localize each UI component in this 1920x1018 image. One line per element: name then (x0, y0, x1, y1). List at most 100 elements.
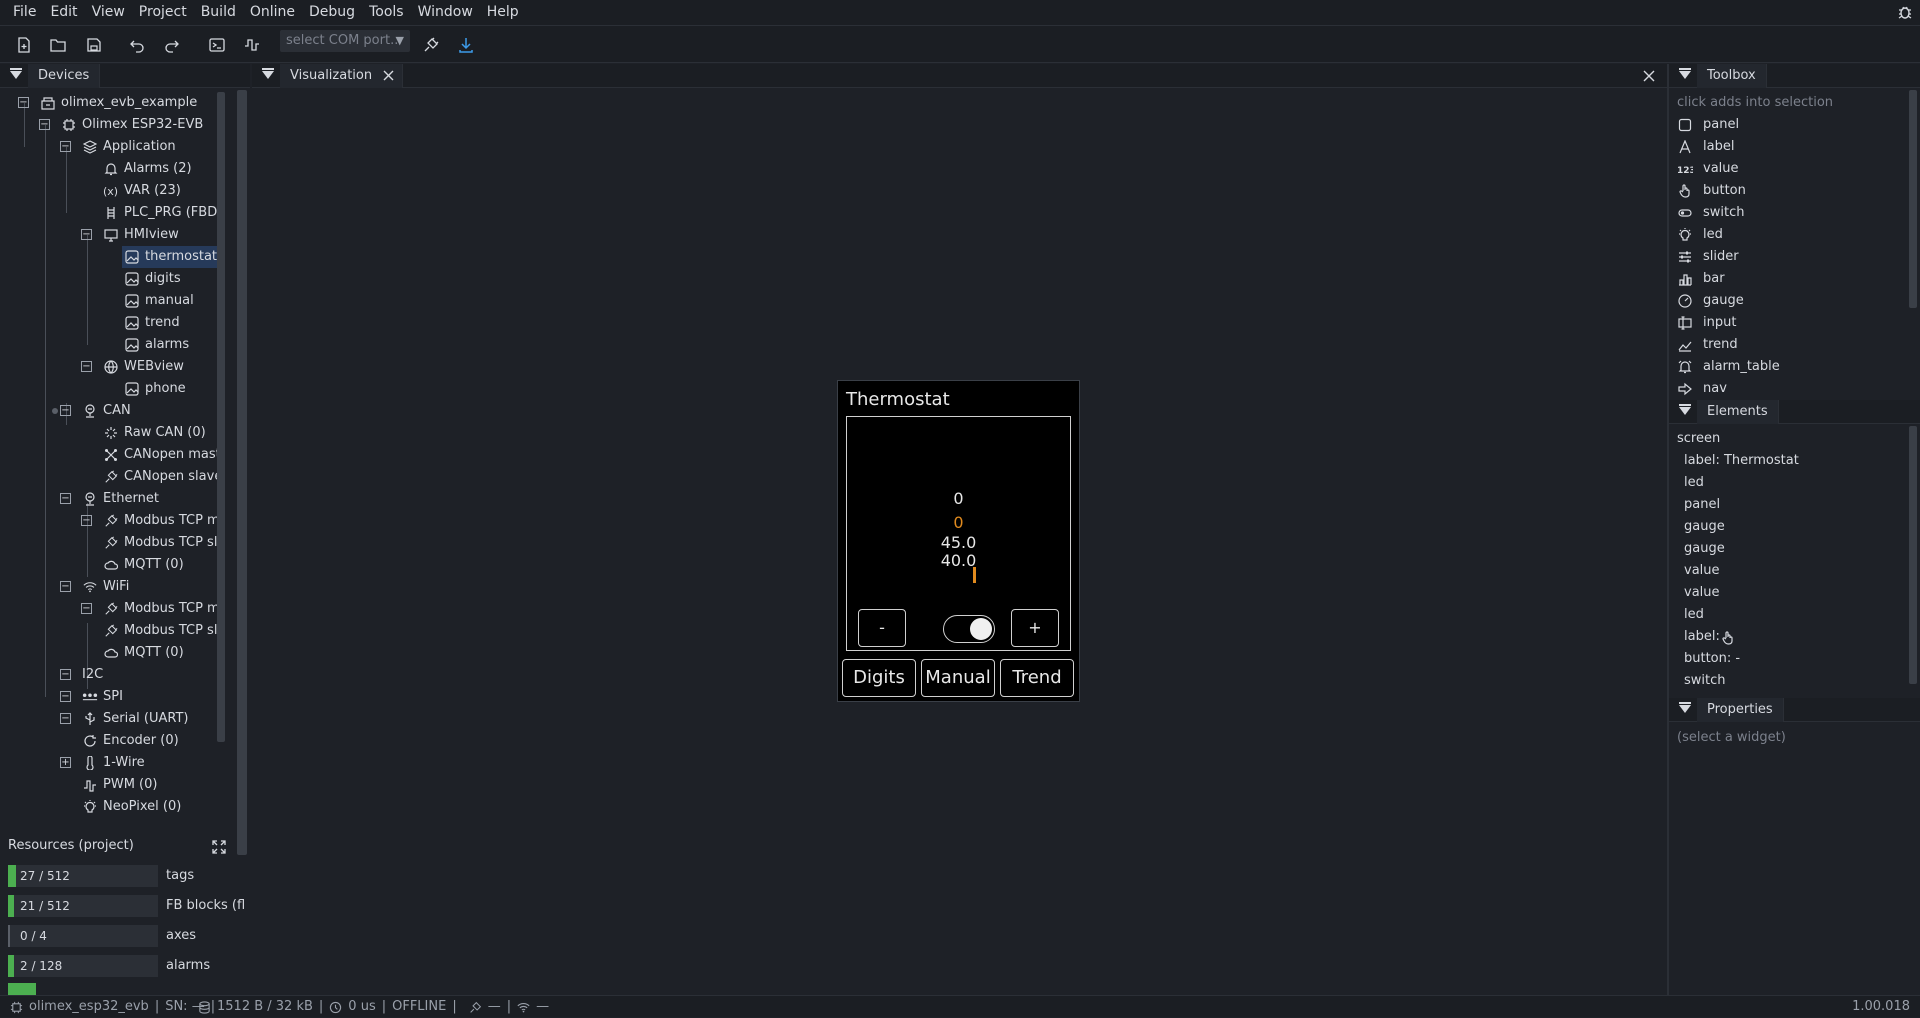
tree-item[interactable]: CANopen maste (101, 444, 218, 466)
connect-plug-icon[interactable] (420, 34, 442, 56)
tree-collapse-toggle[interactable]: − (81, 603, 92, 614)
tab-properties[interactable]: Properties (1697, 698, 1784, 722)
tree-item[interactable]: NeoPixel (0) (80, 796, 187, 818)
element-item[interactable]: value (1684, 560, 1720, 582)
expand-icon[interactable] (212, 840, 226, 854)
menu-tools[interactable]: Tools (362, 0, 411, 25)
tree-item[interactable]: digits (122, 268, 187, 290)
signal-icon[interactable] (241, 34, 263, 56)
panel-menu-icon[interactable] (10, 68, 22, 79)
tree-item[interactable]: Modbus TCP ma (101, 598, 218, 620)
tree-item[interactable]: CAN (80, 400, 137, 422)
tree-item[interactable]: Modbus TCP sla (101, 532, 218, 554)
tree-collapse-toggle[interactable]: − (60, 691, 71, 702)
tab-toolbox[interactable]: Toolbox (1697, 64, 1767, 88)
close-panel-icon[interactable] (1643, 70, 1655, 82)
toolbox-item-led[interactable]: led (1677, 224, 1723, 246)
tree-item[interactable]: manual (122, 290, 200, 312)
tree-collapse-toggle[interactable]: − (60, 581, 71, 592)
element-item[interactable]: label: (1684, 626, 1720, 648)
menu-file[interactable]: File (6, 0, 43, 25)
tree-item[interactable]: WEBview (101, 356, 190, 378)
element-item[interactable]: gauge (1684, 516, 1725, 538)
toolbox-item-label[interactable]: label (1677, 136, 1734, 158)
tree-item[interactable]: Modbus TCP sla (101, 620, 218, 642)
value-4[interactable]: 40.0 (847, 551, 1070, 570)
tree-collapse-toggle[interactable]: − (18, 97, 29, 108)
led-indicator[interactable] (973, 567, 976, 583)
tree-collapse-toggle[interactable]: − (81, 515, 92, 526)
tree-item[interactable]: thermostat (122, 246, 218, 268)
element-item[interactable]: led (1684, 604, 1704, 626)
tree-item[interactable]: Olimex ESP32-EVB (59, 114, 209, 136)
tree-item[interactable]: Application (80, 136, 182, 158)
tree-item[interactable]: phone (122, 378, 192, 400)
sidebar-splitter[interactable] (237, 90, 247, 855)
tree-collapse-toggle[interactable]: − (60, 405, 71, 416)
element-item[interactable]: switch (1684, 670, 1726, 692)
tab-devices[interactable]: Devices (28, 64, 101, 88)
save-icon[interactable] (83, 34, 105, 56)
menu-debug[interactable]: Debug (302, 0, 362, 25)
minus-button[interactable]: - (858, 609, 906, 647)
tree-collapse-toggle[interactable]: − (39, 119, 50, 130)
tree-item[interactable]: Serial (UART) (80, 708, 195, 730)
tree-item[interactable]: PWM (0) (80, 774, 163, 796)
elements-scrollbar[interactable] (1909, 426, 1917, 684)
toolbox-item-panel[interactable]: panel (1677, 114, 1739, 136)
menu-help[interactable]: Help (480, 0, 526, 25)
open-folder-icon[interactable] (47, 34, 69, 56)
tree-item[interactable]: SPI (80, 686, 129, 708)
redo-icon[interactable] (161, 34, 183, 56)
value-2[interactable]: 0 (847, 513, 1070, 532)
menu-project[interactable]: Project (132, 0, 194, 25)
close-tab-icon[interactable] (383, 70, 394, 81)
tree-item[interactable]: olimex_evb_example (38, 92, 203, 114)
toolbox-item-alarm-table[interactable]: alarm_table (1677, 356, 1780, 378)
menu-build[interactable]: Build (194, 0, 243, 25)
tree-item[interactable]: trend (122, 312, 186, 334)
menu-view[interactable]: View (85, 0, 132, 25)
tree-collapse-toggle[interactable]: − (60, 713, 71, 724)
toolbox-item-nav[interactable]: nav (1677, 378, 1727, 400)
tree-item[interactable]: MQTT (0) (101, 554, 190, 576)
menu-edit[interactable]: Edit (43, 0, 84, 25)
download-icon[interactable] (455, 34, 477, 56)
element-item[interactable]: gauge (1684, 538, 1725, 560)
thermostat-switch[interactable] (943, 615, 995, 643)
toolbox-item-switch[interactable]: switch (1677, 202, 1745, 224)
tree-item[interactable]: Raw CAN (0) (101, 422, 212, 444)
tree-item[interactable]: HMIview (101, 224, 185, 246)
tree-expand-toggle[interactable]: + (60, 757, 71, 768)
tree-collapse-toggle[interactable]: − (60, 141, 71, 152)
value-1[interactable]: 0 (847, 489, 1070, 508)
menu-online[interactable]: Online (243, 0, 302, 25)
plus-button[interactable]: + (1011, 609, 1059, 647)
tree-collapse-toggle[interactable]: − (60, 493, 71, 504)
toolbox-item-input[interactable]: input (1677, 312, 1736, 334)
element-item[interactable]: led (1684, 472, 1704, 494)
tree-item[interactable]: Encoder (0) (80, 730, 185, 752)
thermostat-panel[interactable]: 0 0 45.0 40.0 - + (846, 416, 1071, 651)
tree-item[interactable]: WiFi (80, 576, 135, 598)
tree-collapse-toggle[interactable]: − (81, 229, 92, 240)
toolbox-scrollbar[interactable] (1909, 90, 1917, 308)
element-item[interactable]: label: Thermostat (1684, 450, 1799, 472)
toolbox-item-slider[interactable]: slider (1677, 246, 1739, 268)
tree-item[interactable]: Alarms (2) (101, 158, 198, 180)
tree-item[interactable]: Ethernet (80, 488, 165, 510)
com-port-select[interactable]: select COM port.. ▼ (280, 30, 410, 52)
nav-manual-button[interactable]: Manual (921, 659, 995, 697)
toolbox-item-bar[interactable]: bar (1677, 268, 1725, 290)
tab-elements[interactable]: Elements (1697, 400, 1779, 424)
undo-icon[interactable] (126, 34, 148, 56)
tree-scrollbar[interactable] (217, 92, 225, 742)
new-file-icon[interactable] (13, 34, 35, 56)
menu-window[interactable]: Window (411, 0, 480, 25)
panel-menu-icon[interactable] (1679, 68, 1691, 79)
tree-item[interactable]: CANopen slave (101, 466, 218, 488)
panel-menu-icon[interactable] (1679, 404, 1691, 415)
tree-item[interactable]: I2C (80, 664, 109, 686)
element-item[interactable]: button: - (1684, 648, 1740, 670)
panel-menu-icon[interactable] (262, 68, 274, 79)
